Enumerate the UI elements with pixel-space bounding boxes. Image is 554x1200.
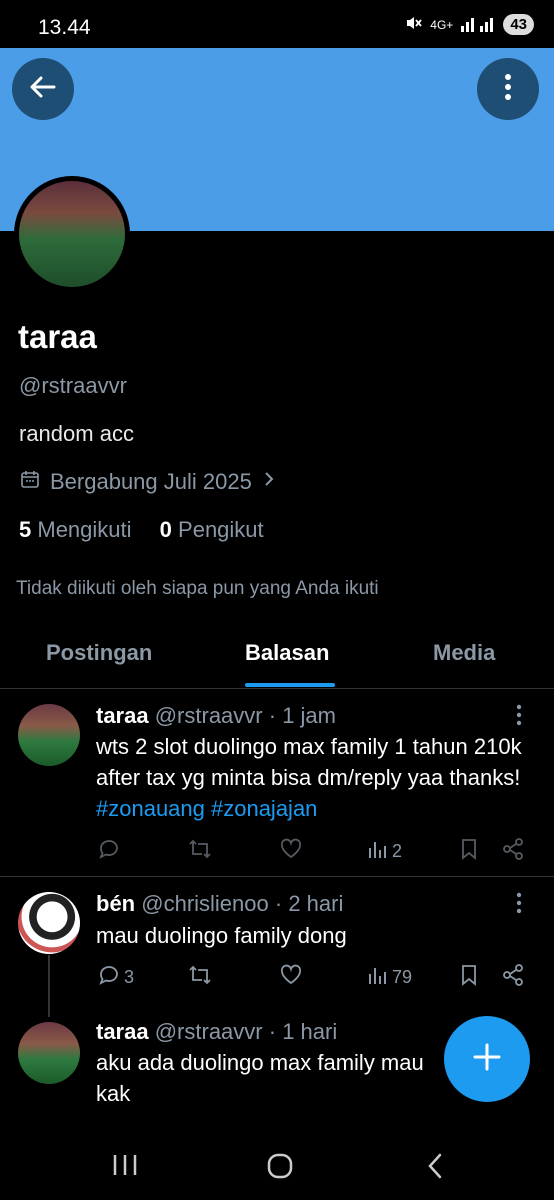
bookmark-button[interactable] — [460, 838, 478, 865]
profile-handle: @rstraavvr — [19, 373, 127, 398]
reply-icon — [98, 964, 120, 991]
reply-icon — [98, 838, 120, 865]
follow-stats: 5 Mengikuti 0 Pengikut — [19, 517, 264, 543]
more-options-button[interactable] — [477, 58, 539, 120]
status-time: 13.44 — [38, 16, 91, 39]
status-bar: 13.44 4G+ 43 — [0, 0, 554, 48]
recent-apps-icon[interactable] — [112, 1153, 138, 1182]
tab-balasan[interactable]: Balasan — [245, 640, 329, 666]
heart-icon — [280, 838, 302, 865]
post-author-name[interactable]: taraa — [96, 703, 149, 728]
post-author-handle: @chrislienoo — [141, 891, 269, 916]
heart-icon — [280, 964, 302, 991]
home-icon[interactable] — [266, 1152, 294, 1185]
bookmark-icon — [460, 838, 478, 865]
profile-avatar[interactable] — [14, 176, 130, 292]
profile-bio: random acc — [19, 421, 134, 446]
tab-media[interactable]: Media — [433, 640, 495, 666]
not-followed-note: Tidak diikuti oleh siapa pun yang Anda i… — [16, 578, 379, 599]
post-time: · 1 hari — [268, 1019, 338, 1044]
post-author-handle: @rstraavvr — [154, 703, 263, 728]
repost-button[interactable] — [188, 964, 212, 991]
following-count: 5 — [19, 517, 32, 542]
share-button[interactable] — [502, 838, 524, 865]
profile-name: taraa — [18, 318, 97, 355]
plus-icon — [472, 1042, 502, 1077]
post-header: taraa @rstraavvr · 1 jam — [96, 700, 536, 731]
reply-button[interactable]: 3 — [98, 964, 134, 991]
back-button[interactable] — [12, 58, 74, 120]
like-button[interactable] — [280, 838, 302, 865]
compose-button[interactable] — [444, 1016, 530, 1102]
post-author-handle: @rstraavvr — [154, 1019, 263, 1044]
views-button[interactable]: 79 — [368, 964, 412, 991]
post-text: aku ada duolingo max family mau kak — [96, 1050, 424, 1106]
signal-icon — [461, 14, 495, 35]
mute-icon — [404, 14, 422, 35]
share-icon — [502, 838, 524, 865]
system-nav-bar — [0, 1125, 554, 1200]
thread-line — [48, 955, 50, 1017]
back-nav-icon[interactable] — [426, 1152, 444, 1185]
share-icon — [502, 964, 524, 991]
post-author-name[interactable]: taraa — [96, 1019, 149, 1044]
status-icons: 4G+ 43 — [404, 14, 534, 35]
active-tab-indicator — [245, 683, 335, 687]
views-count: 79 — [392, 967, 413, 987]
post-hashtags[interactable]: #zonauang #zonajajan — [96, 796, 317, 821]
views-icon — [368, 838, 388, 865]
share-button[interactable] — [502, 964, 524, 991]
post-more-icon[interactable] — [516, 704, 522, 732]
divider — [0, 688, 554, 689]
reply-button[interactable] — [98, 838, 120, 865]
calendar-icon — [20, 469, 40, 495]
battery-indicator: 43 — [503, 14, 534, 35]
post-time: · 1 jam — [268, 703, 336, 728]
like-button[interactable] — [280, 964, 302, 991]
post-author-name[interactable]: bén — [96, 891, 135, 916]
arrow-left-icon — [28, 72, 58, 107]
divider — [0, 876, 554, 877]
more-vertical-icon — [504, 72, 512, 107]
bookmark-icon — [460, 964, 478, 991]
joined-date-row[interactable]: Bergabung Juli 2025 — [20, 469, 276, 495]
post-time: · 2 hari — [274, 891, 344, 916]
network-label: 4G+ — [430, 17, 454, 32]
post-body: wts 2 slot duolingo max family 1 tahun 2… — [96, 731, 541, 824]
post-more-icon[interactable] — [516, 892, 522, 920]
joined-text: Bergabung Juli 2025 — [50, 469, 252, 494]
following-label: Mengikuti — [37, 517, 132, 542]
post-text: mau duolingo family dong — [96, 923, 347, 948]
avatar-image — [19, 181, 125, 287]
followers-link[interactable]: 0 Pengikut — [160, 517, 264, 542]
bookmark-button[interactable] — [460, 964, 478, 991]
repost-icon — [188, 964, 212, 991]
followers-label: Pengikut — [178, 517, 264, 542]
following-link[interactable]: 5 Mengikuti — [19, 517, 132, 542]
reply-count: 3 — [124, 967, 135, 987]
views-icon — [368, 964, 388, 991]
post-header: bén @chrislienoo · 2 hari — [96, 888, 536, 919]
tab-postingan[interactable]: Postingan — [46, 640, 152, 666]
post-avatar[interactable] — [18, 1022, 80, 1084]
post-avatar[interactable] — [18, 892, 80, 954]
post-avatar[interactable] — [18, 704, 80, 766]
post-text: wts 2 slot duolingo max family 1 tahun 2… — [96, 734, 522, 790]
views-button[interactable]: 2 — [368, 838, 402, 865]
followers-count: 0 — [159, 517, 172, 542]
repost-button[interactable] — [188, 838, 212, 865]
repost-icon — [188, 838, 212, 865]
chevron-right-icon — [262, 469, 276, 495]
views-count: 2 — [392, 841, 403, 861]
